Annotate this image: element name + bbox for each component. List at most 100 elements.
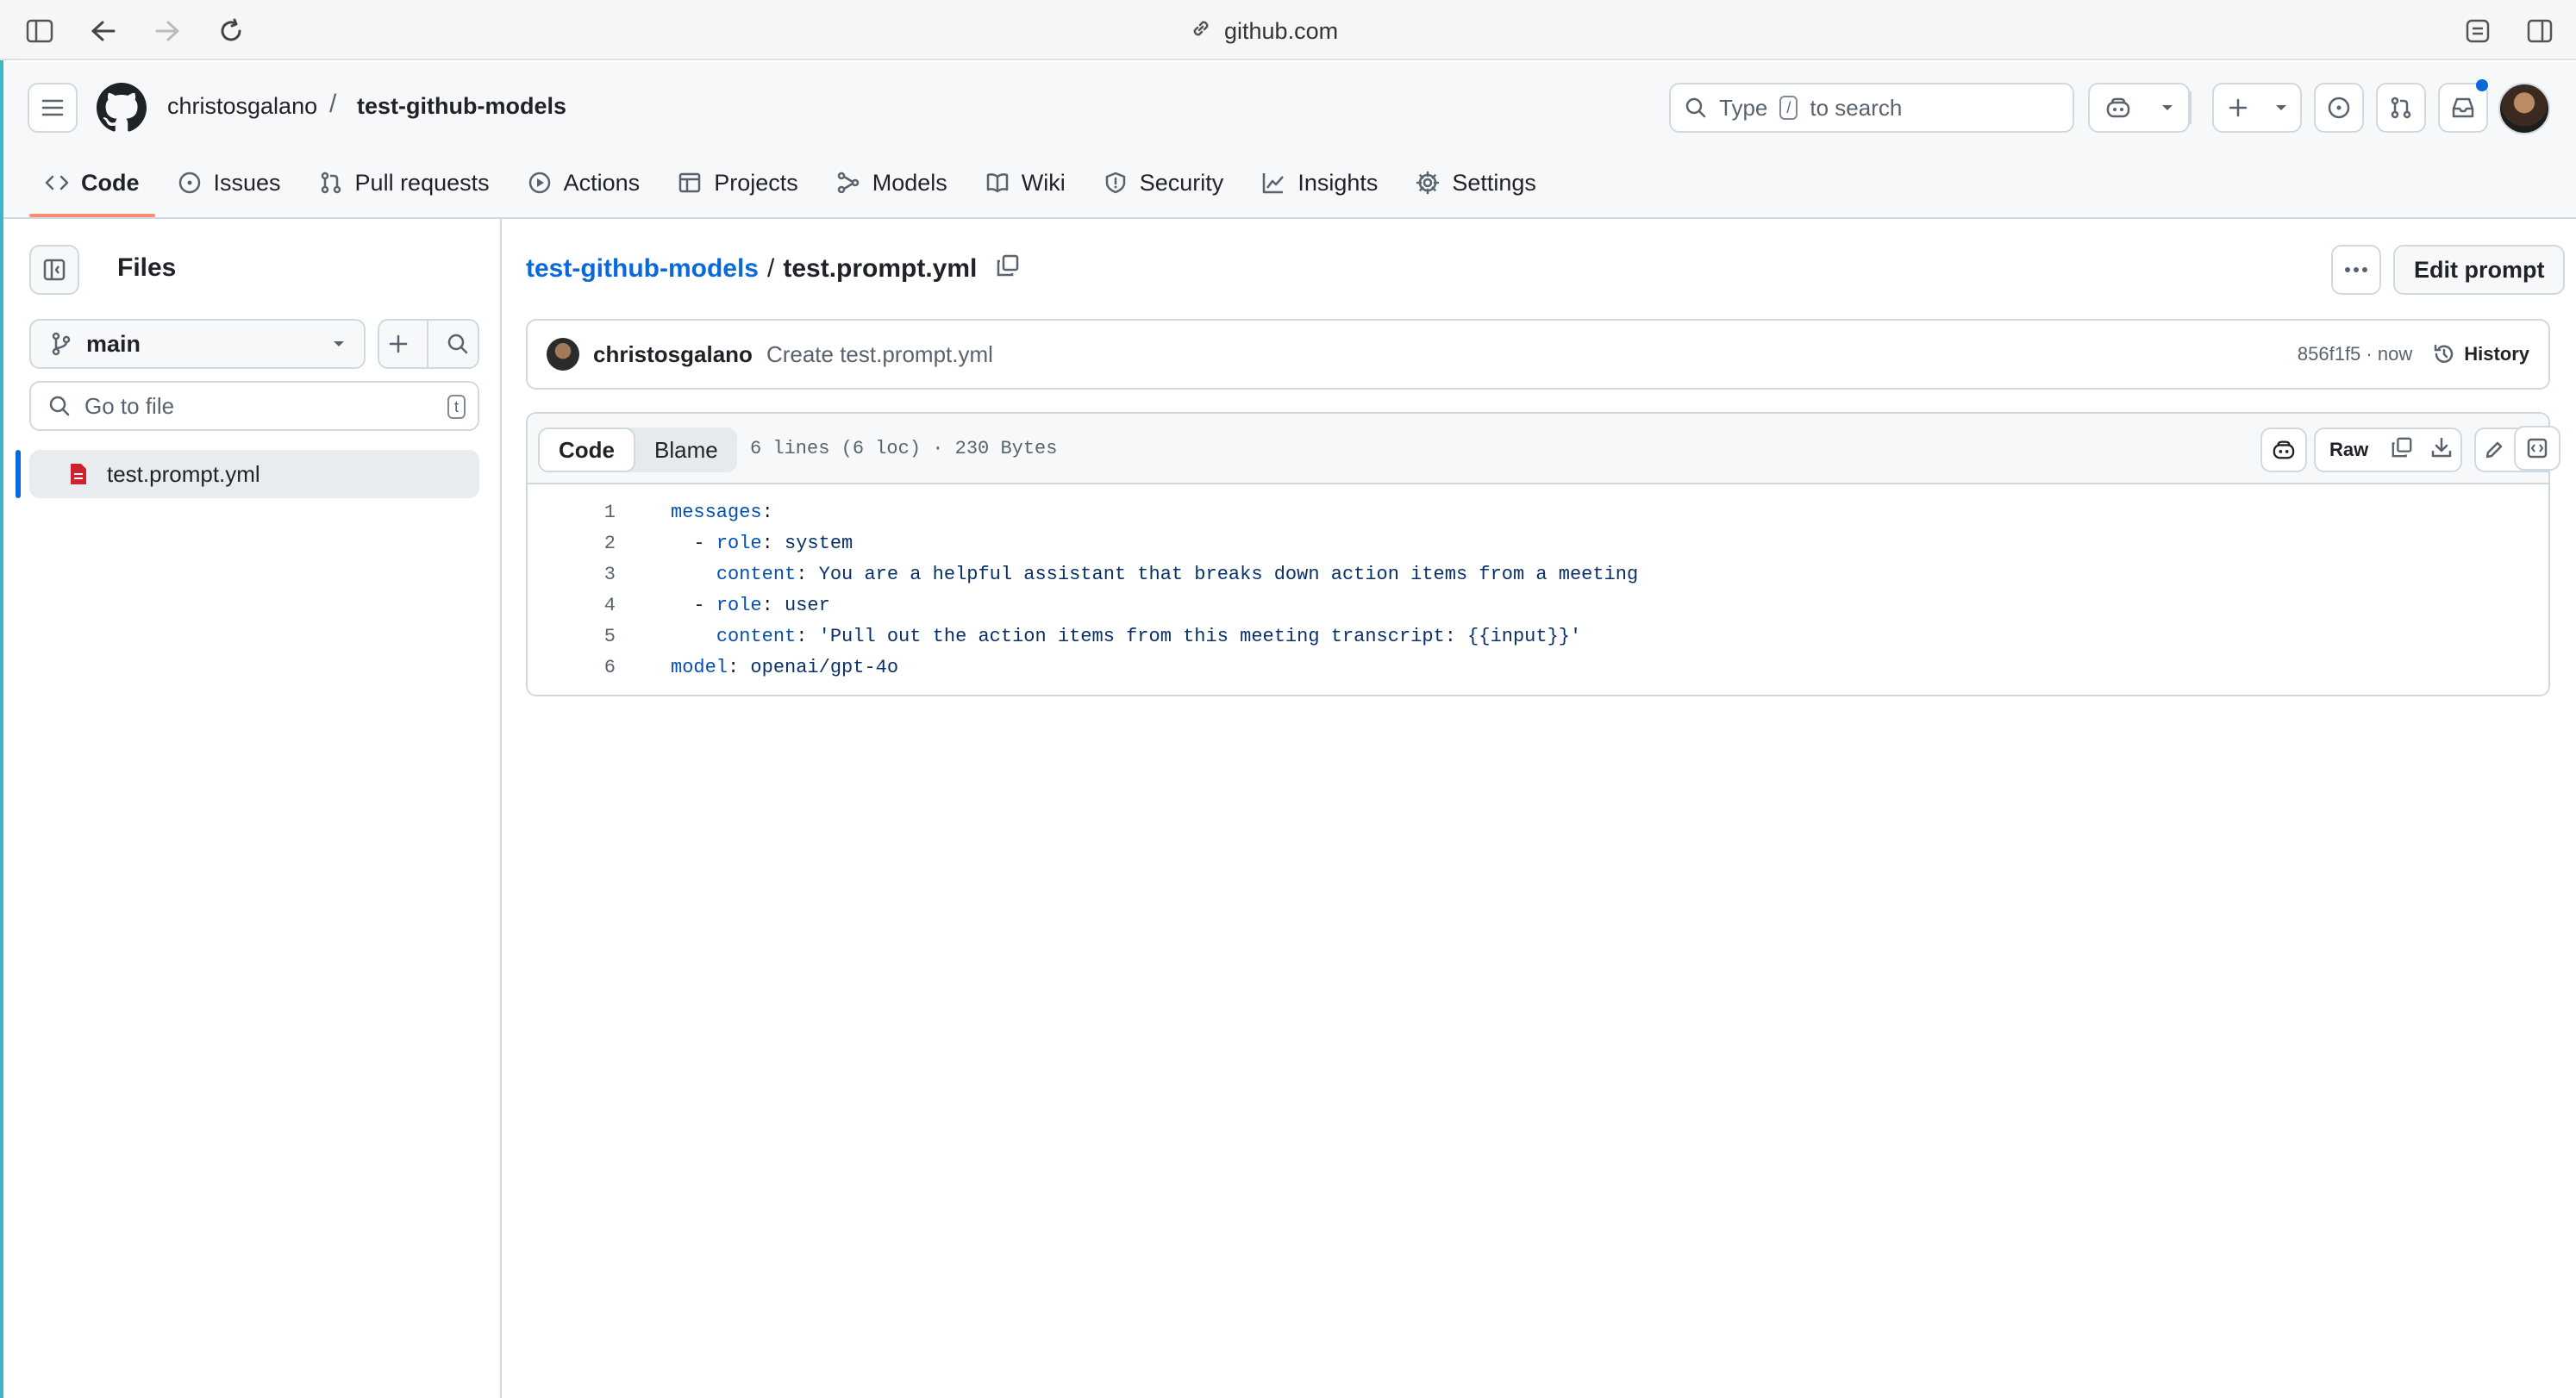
yaml-value: 'Pull out the action items from this mee… bbox=[807, 625, 1582, 647]
raw-button[interactable]: Raw bbox=[2316, 439, 2382, 461]
line-indent: - bbox=[671, 532, 716, 554]
line-number[interactable]: 2 bbox=[528, 533, 616, 554]
sidebar-collapse-icon bbox=[43, 259, 66, 281]
commit-sha-time[interactable]: 856f1f5 · now bbox=[2298, 343, 2412, 365]
line-number[interactable]: 3 bbox=[528, 564, 616, 585]
line-number[interactable]: 1 bbox=[528, 502, 616, 523]
graph-icon bbox=[1263, 173, 1285, 194]
repo-tabs: Code Issues Pull requests Actions Projec… bbox=[26, 155, 1555, 219]
chevron-down-icon bbox=[2275, 105, 2286, 110]
history-label: History bbox=[2464, 343, 2529, 365]
tab-insights[interactable]: Insights bbox=[1242, 155, 1397, 210]
create-new-button[interactable] bbox=[2212, 83, 2302, 133]
tab-models[interactable]: Models bbox=[817, 155, 966, 210]
header-divider bbox=[2190, 91, 2191, 124]
search-input[interactable]: Type / to search bbox=[1669, 83, 2074, 133]
extensions-icon[interactable] bbox=[2460, 14, 2495, 48]
more-options-button[interactable] bbox=[2331, 245, 2381, 295]
play-icon bbox=[528, 172, 550, 194]
commit-message[interactable]: Create test.prompt.yml bbox=[766, 341, 993, 368]
menu-button[interactable] bbox=[28, 83, 78, 133]
issues-button[interactable] bbox=[2314, 83, 2364, 133]
github-logo-icon[interactable] bbox=[97, 83, 147, 133]
download-icon[interactable] bbox=[2422, 436, 2461, 464]
tab-label: Settings bbox=[1452, 169, 1536, 196]
back-icon[interactable] bbox=[86, 14, 121, 48]
browser-toolbar: github.com bbox=[0, 0, 2576, 60]
file-actions-group bbox=[378, 319, 479, 369]
yaml-key: content bbox=[716, 625, 797, 647]
code-line: 6 model: openai/gpt-4o bbox=[528, 652, 2548, 683]
kebab-horizontal-icon bbox=[2345, 267, 2367, 272]
file-content-box: Code Blame 6 lines (6 loc) · 230 Bytes R… bbox=[526, 412, 2550, 696]
tab-code[interactable]: Code bbox=[26, 155, 159, 217]
blame-view-button[interactable]: Blame bbox=[635, 428, 737, 472]
tab-actions[interactable]: Actions bbox=[509, 155, 660, 210]
button-divider bbox=[426, 320, 428, 368]
line-indent: - bbox=[671, 594, 716, 616]
selected-file-indicator bbox=[16, 450, 21, 498]
tab-pull-requests[interactable]: Pull requests bbox=[300, 155, 509, 210]
code-view-button[interactable]: Code bbox=[538, 428, 635, 472]
issue-icon bbox=[178, 172, 200, 194]
history-icon bbox=[2434, 344, 2454, 363]
go-to-file-input[interactable]: Go to file t bbox=[29, 381, 479, 431]
yaml-key: model bbox=[671, 656, 728, 678]
view-toggle: Code Blame bbox=[538, 428, 737, 472]
tab-issues[interactable]: Issues bbox=[159, 155, 300, 210]
add-file-icon[interactable] bbox=[388, 334, 409, 354]
owner-link[interactable]: christosgalano bbox=[167, 93, 317, 120]
line-number[interactable]: 4 bbox=[528, 595, 616, 616]
copilot-button[interactable] bbox=[2088, 83, 2190, 133]
file-tree-item-label: test.prompt.yml bbox=[107, 460, 260, 487]
file-tree-item[interactable]: test.prompt.yml bbox=[29, 450, 479, 498]
edit-prompt-button[interactable]: Edit prompt bbox=[2393, 245, 2566, 295]
symbols-panel-button[interactable] bbox=[2514, 426, 2560, 471]
tab-security[interactable]: Security bbox=[1085, 155, 1243, 210]
line-number[interactable]: 5 bbox=[528, 626, 616, 647]
reload-icon[interactable] bbox=[214, 14, 248, 48]
tab-label: Projects bbox=[714, 169, 798, 196]
forward-icon[interactable] bbox=[150, 14, 184, 48]
tab-settings[interactable]: Settings bbox=[1397, 155, 1555, 210]
file-view: test-github-models / test.prompt.yml Edi… bbox=[503, 219, 2576, 1398]
go-to-file-shortcut: t bbox=[447, 395, 466, 419]
notification-dot bbox=[2476, 79, 2488, 91]
pull-request-icon bbox=[321, 172, 341, 194]
file-icon bbox=[71, 464, 86, 484]
history-button[interactable]: History bbox=[2433, 343, 2529, 365]
copy-path-icon[interactable] bbox=[996, 253, 1020, 284]
line-number[interactable]: 6 bbox=[528, 657, 616, 678]
tab-label: Actions bbox=[563, 169, 641, 196]
split-view-icon[interactable] bbox=[2523, 14, 2557, 48]
search-icon[interactable] bbox=[447, 333, 469, 355]
sidebar-toggle-icon[interactable] bbox=[22, 14, 57, 48]
collapse-sidebar-button[interactable] bbox=[29, 245, 79, 295]
shield-icon bbox=[1105, 172, 1126, 194]
search-prefix: Type bbox=[1719, 94, 1768, 121]
path-repo-link[interactable]: test-github-models bbox=[526, 254, 759, 284]
pull-request-icon bbox=[2391, 97, 2411, 119]
address-bar[interactable]: github.com bbox=[1190, 16, 1338, 47]
yaml-value: user bbox=[772, 594, 830, 616]
commit-author[interactable]: christosgalano bbox=[593, 341, 753, 368]
author-avatar[interactable] bbox=[547, 338, 579, 371]
user-avatar[interactable] bbox=[2498, 83, 2550, 134]
issue-icon bbox=[2328, 97, 2350, 119]
tab-projects[interactable]: Projects bbox=[659, 155, 817, 210]
pull-requests-button[interactable] bbox=[2376, 83, 2426, 133]
branch-selector[interactable]: main bbox=[29, 319, 366, 369]
file-tree-sidebar: Files main Go to file t test.prompt.yml bbox=[3, 219, 502, 1398]
tab-label: Wiki bbox=[1021, 169, 1066, 196]
file-path: test-github-models / test.prompt.yml bbox=[526, 253, 1020, 284]
copilot-icon bbox=[2273, 440, 2295, 459]
inbox-icon bbox=[2452, 97, 2474, 118]
copy-raw-icon[interactable] bbox=[2382, 436, 2422, 464]
copilot-ask-button[interactable] bbox=[2260, 428, 2307, 472]
path-file-name: test.prompt.yml bbox=[783, 254, 978, 283]
tab-wiki[interactable]: Wiki bbox=[966, 155, 1085, 210]
repo-link[interactable]: test-github-models bbox=[357, 93, 566, 120]
pencil-icon[interactable] bbox=[2484, 440, 2504, 460]
yaml-value: openai/gpt-4o bbox=[739, 656, 899, 678]
